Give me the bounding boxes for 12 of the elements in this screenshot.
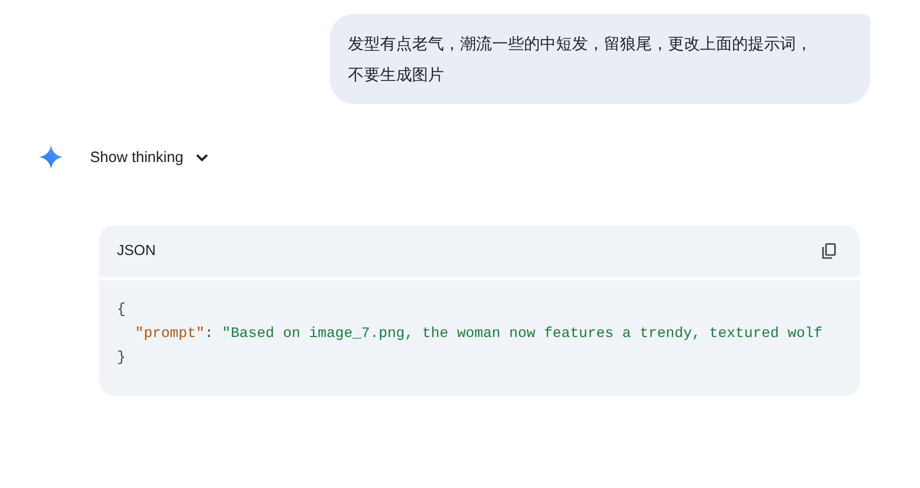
json-key: "prompt" [135,326,205,342]
user-message: 发型有点老气，潮流一些的中短发，留狼尾，更改上面的提示词，不要生成图片 [330,14,870,104]
json-punctuation: : [204,326,214,342]
sparkle-icon [38,144,64,170]
chevron-icon [195,152,210,162]
json-punctuation: } [117,350,126,366]
json-string: "Based on image_7.png, the woman now features a trendy, textured wolf [222,326,822,342]
show-thinking-toggle[interactable]: Show thinking [90,148,210,166]
copy-button[interactable] [820,241,838,261]
code-language: JSON [117,243,156,259]
json-punctuation: { [117,302,126,318]
copy-icon [822,243,836,259]
